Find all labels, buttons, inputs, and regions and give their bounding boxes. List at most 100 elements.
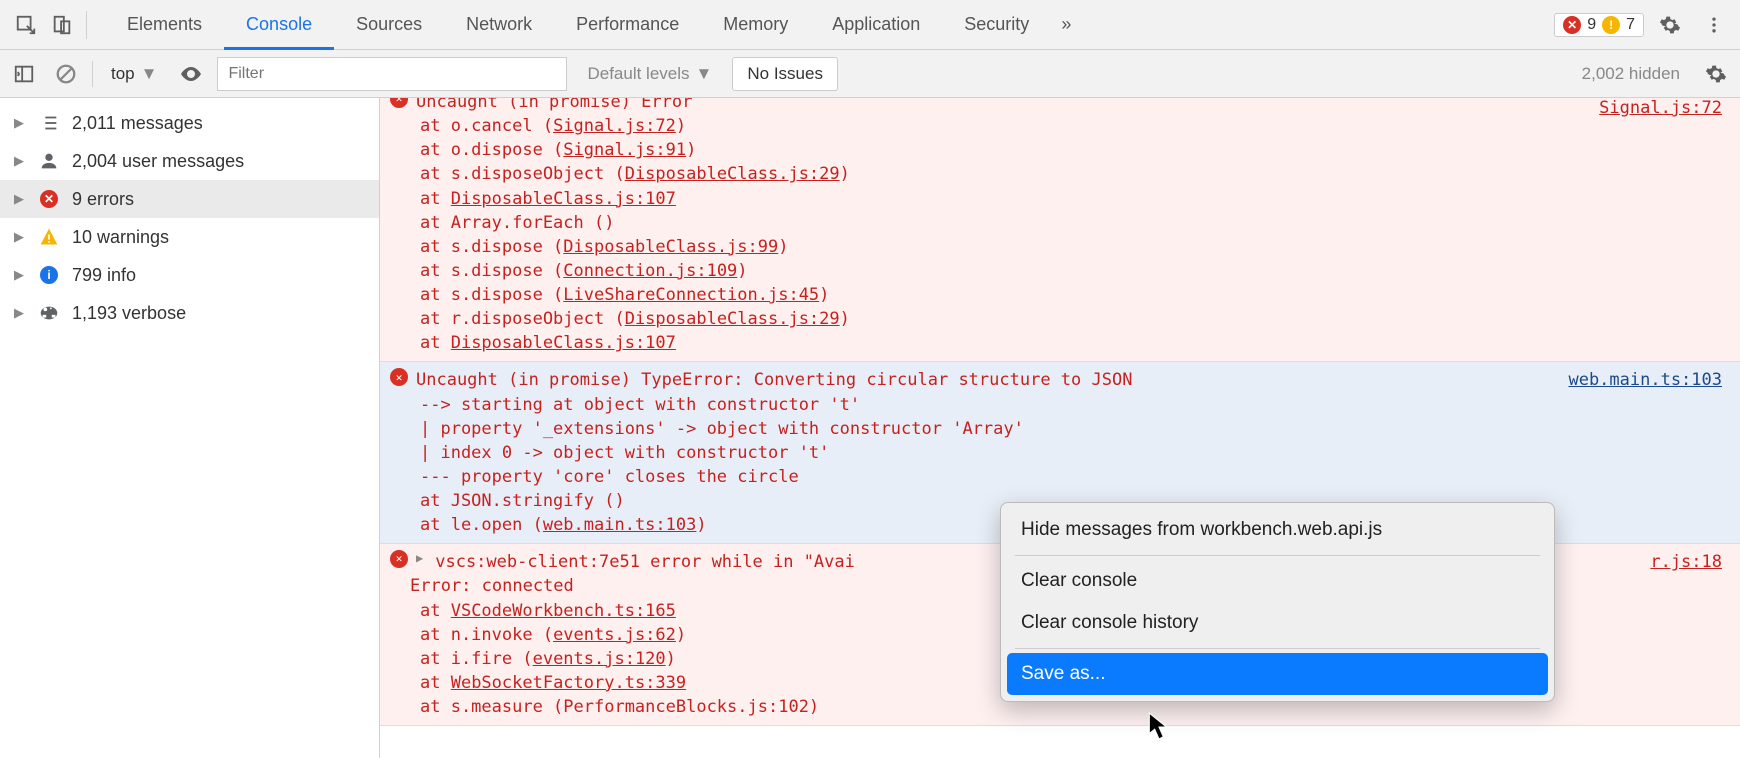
filter-input[interactable] [217, 57, 567, 91]
source-link[interactable]: VSCodeWorkbench.ts:165 [451, 601, 676, 621]
sidebar-item-label: 799 info [72, 265, 136, 286]
tab-performance[interactable]: Performance [554, 0, 701, 49]
menu-separator [1015, 555, 1540, 556]
hidden-count: 2,002 hidden [1582, 64, 1680, 84]
source-link[interactable]: r.js:18 [1650, 550, 1722, 574]
info-icon: i [38, 264, 60, 286]
divider [86, 11, 87, 39]
expand-caret-icon: ▶ [14, 115, 26, 131]
stack-frame: at s.dispose (LiveShareConnection.js:45) [390, 283, 1724, 307]
source-link[interactable]: DisposableClass.js:107 [451, 189, 676, 209]
more-tabs-icon[interactable]: » [1051, 14, 1081, 35]
stack-frame: at o.dispose (Signal.js:91) [390, 138, 1724, 162]
warning-count: 7 [1626, 16, 1635, 34]
context-menu: Hide messages from workbench.web.api.js C… [1000, 502, 1555, 702]
chevron-down-icon: ▼ [141, 64, 158, 84]
settings-icon[interactable] [1652, 7, 1688, 43]
stack-frame: at s.dispose (Connection.js:109) [390, 259, 1724, 283]
tabs-list: Elements Console Sources Network Perform… [105, 0, 1081, 49]
sidebar-item[interactable]: ▶ 10 warnings [0, 218, 379, 256]
error-icon: ✕ [38, 188, 60, 210]
sidebar-item[interactable]: ▶ 2,011 messages [0, 104, 379, 142]
log-levels-selector[interactable]: Default levels ▼ [577, 60, 722, 88]
user-icon [38, 150, 60, 172]
error-message: Uncaught (in promise) Error [416, 98, 692, 114]
menu-separator [1015, 648, 1540, 649]
stack-frame: at Array.forEach () [390, 211, 1724, 235]
error-icon: ✕ [1563, 16, 1581, 34]
divider [92, 61, 93, 87]
source-link[interactable]: Signal.js:72 [1599, 98, 1722, 120]
device-toggle-icon[interactable] [44, 7, 80, 43]
warning-icon: ! [1602, 16, 1620, 34]
expand-caret-icon: ▶ [14, 191, 26, 207]
stack-frame: at o.cancel (Signal.js:72) [390, 114, 1724, 138]
sidebar-item-label: 2,004 user messages [72, 151, 244, 172]
sidebar-item-label: 2,011 messages [72, 113, 203, 134]
chevron-down-icon: ▼ [696, 64, 713, 84]
expand-caret-icon: ▶ [14, 267, 26, 283]
sidebar-item-label: 10 warnings [72, 227, 169, 248]
stack-frame: at DisposableClass.js:107 [390, 187, 1724, 211]
stack-frame: | index 0 -> object with constructor 't' [390, 441, 1724, 465]
tab-application[interactable]: Application [810, 0, 942, 49]
console-entry[interactable]: Signal.js:72 ✕ Uncaught (in promise) Error… [380, 98, 1740, 362]
console-settings-icon[interactable] [1700, 58, 1732, 90]
tab-memory[interactable]: Memory [701, 0, 810, 49]
source-link[interactable]: DisposableClass.js:99 [563, 237, 778, 257]
source-link[interactable]: web.main.ts:103 [543, 515, 697, 535]
no-issues-button[interactable]: No Issues [732, 57, 838, 91]
stack-frame: at s.dispose (DisposableClass.js:99) [390, 235, 1724, 259]
issues-badge[interactable]: ✕ 9 ! 7 [1554, 13, 1644, 37]
source-link[interactable]: DisposableClass.js:29 [625, 309, 840, 329]
expand-caret-icon: ▶ [14, 229, 26, 245]
tab-security[interactable]: Security [942, 0, 1051, 49]
error-message: vscs:web-client:7e51 error while in "Ava… [435, 550, 855, 574]
console-sidebar: ▶ 2,011 messages▶ 2,004 user messages▶ ✕… [0, 98, 380, 758]
expand-caret-icon: ▶ [14, 305, 26, 321]
clear-console-icon[interactable] [50, 58, 82, 90]
sidebar-toggle-icon[interactable] [8, 58, 40, 90]
error-icon: ✕ [390, 98, 408, 108]
list-icon [38, 112, 60, 134]
eye-icon[interactable] [175, 58, 207, 90]
source-link[interactable]: DisposableClass.js:107 [451, 333, 676, 353]
source-link[interactable]: events.js:120 [533, 649, 666, 669]
stack-frame: at s.disposeObject (DisposableClass.js:2… [390, 162, 1724, 186]
context-menu-item[interactable]: Clear console [1007, 560, 1548, 602]
inspect-icon[interactable] [8, 7, 44, 43]
sidebar-item-label: 1,193 verbose [72, 303, 186, 324]
source-link[interactable]: Signal.js:91 [563, 140, 686, 160]
source-link[interactable]: Connection.js:109 [563, 261, 737, 281]
devtools-tabs-bar: Elements Console Sources Network Perform… [0, 0, 1740, 50]
context-selector[interactable]: top ▼ [103, 60, 165, 88]
source-link[interactable]: LiveShareConnection.js:45 [563, 285, 819, 305]
context-menu-item[interactable]: Clear console history [1007, 602, 1548, 644]
context-menu-item[interactable]: Save as... [1007, 653, 1548, 695]
sidebar-item[interactable]: ▶ i 799 info [0, 256, 379, 294]
stack-frame: --> starting at object with constructor … [390, 393, 1724, 417]
tab-console[interactable]: Console [224, 0, 334, 49]
source-link[interactable]: DisposableClass.js:29 [625, 164, 840, 184]
tab-network[interactable]: Network [444, 0, 554, 49]
stack-frame: | property '_extensions' -> object with … [390, 417, 1724, 441]
context-menu-item[interactable]: Hide messages from workbench.web.api.js [1007, 509, 1548, 551]
levels-label: Default levels [587, 64, 689, 84]
sidebar-item[interactable]: ▶ 2,004 user messages [0, 142, 379, 180]
source-link[interactable]: WebSocketFactory.ts:339 [451, 673, 686, 693]
stack-frame: at r.disposeObject (DisposableClass.js:2… [390, 307, 1724, 331]
sidebar-item[interactable]: ▶ ✕ 9 errors [0, 180, 379, 218]
verbose-icon [38, 302, 60, 324]
tab-sources[interactable]: Sources [334, 0, 444, 49]
expand-caret-icon: ▶ [14, 153, 26, 169]
stack-frame: --- property 'core' closes the circle [390, 465, 1724, 489]
error-icon: ✕ [390, 550, 408, 568]
source-link[interactable]: events.js:62 [553, 625, 676, 645]
source-link[interactable]: Signal.js:72 [553, 116, 676, 136]
expand-caret-icon[interactable]: ▶ [416, 550, 423, 567]
kebab-menu-icon[interactable] [1696, 7, 1732, 43]
error-count: 9 [1587, 16, 1596, 34]
source-link[interactable]: web.main.ts:103 [1568, 368, 1722, 392]
sidebar-item[interactable]: ▶ 1,193 verbose [0, 294, 379, 332]
tab-elements[interactable]: Elements [105, 0, 224, 49]
